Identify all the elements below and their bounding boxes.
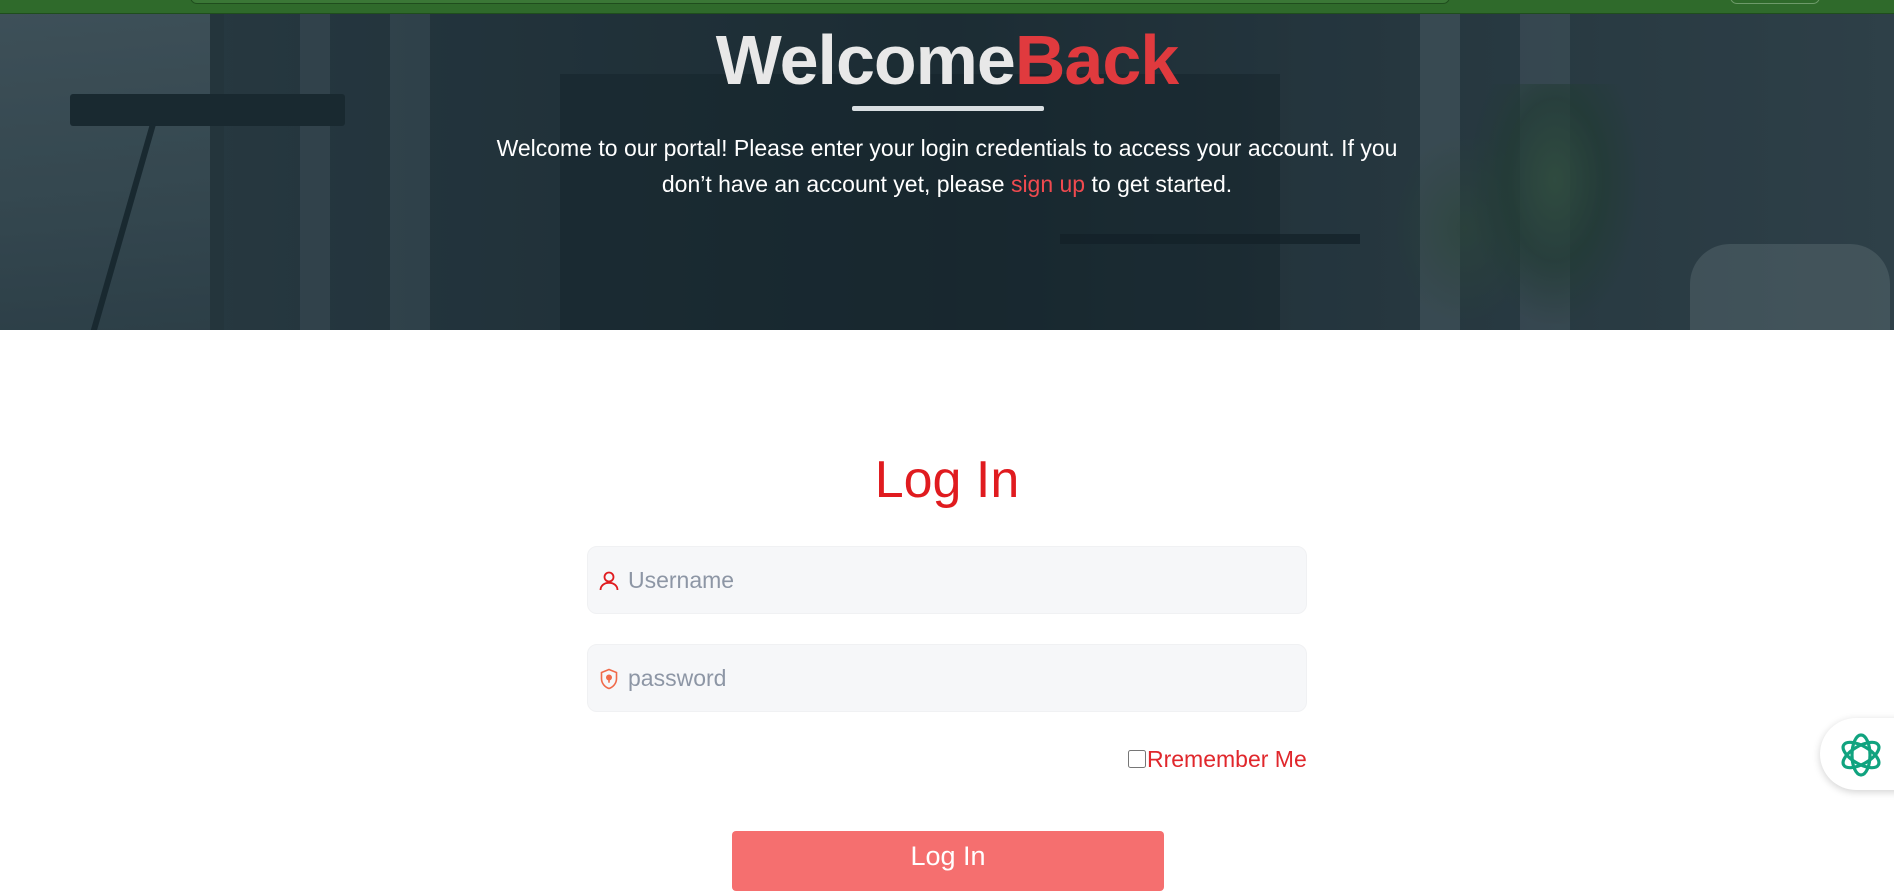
username-input[interactable]: [628, 547, 1288, 613]
password-input[interactable]: [628, 645, 1288, 711]
hero-text-outro: to get started.: [1085, 171, 1233, 197]
remember-me-row: Rremember Me: [1128, 744, 1307, 774]
hero-title-back: Back: [1014, 21, 1179, 99]
login-title: Log In: [874, 451, 1020, 509]
browser-topbar: [0, 0, 1894, 14]
hero-title-underline: [852, 106, 1044, 111]
user-icon: [597, 569, 621, 593]
shield-lock-icon: [597, 667, 621, 691]
topbar-pill-shape: [1730, 0, 1820, 4]
username-field[interactable]: [587, 546, 1307, 614]
hero-title: WelcomeBack: [0, 20, 1894, 100]
remember-me-checkbox[interactable]: [1128, 750, 1146, 768]
hero-text-intro: Welcome to our portal! Please enter your…: [496, 135, 1398, 197]
hero-banner: WelcomeBack Welcome to our portal! Pleas…: [0, 14, 1894, 330]
topbar-search-shape: [190, 0, 1450, 4]
hero-title-welcome: Welcome: [715, 21, 1016, 99]
login-button[interactable]: Log In: [732, 831, 1164, 891]
remember-me-label[interactable]: Rremember Me: [1147, 746, 1307, 773]
hero-description: Welcome to our portal! Please enter your…: [490, 130, 1404, 202]
password-field[interactable]: [587, 644, 1307, 712]
chat-widget-button[interactable]: [1820, 718, 1894, 790]
sign-up-link[interactable]: sign up: [1011, 171, 1085, 197]
